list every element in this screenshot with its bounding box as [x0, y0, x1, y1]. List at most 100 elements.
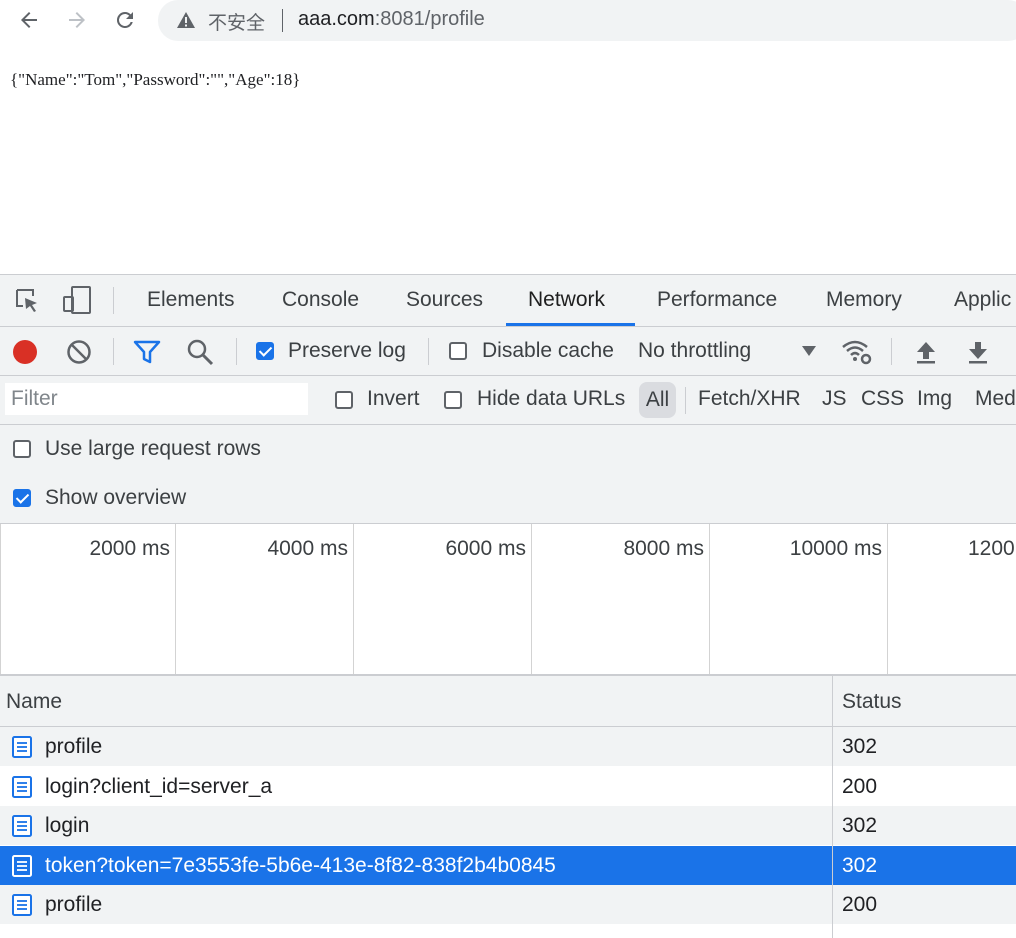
request-status: 200 [842, 893, 878, 916]
search-button[interactable] [185, 337, 215, 367]
document-icon [12, 894, 32, 916]
tab-elements[interactable]: Elements [147, 288, 235, 312]
filter-toggle-button[interactable] [132, 337, 162, 367]
security-label[interactable]: 不安全 [208, 8, 265, 35]
column-header-name[interactable]: Name [6, 690, 62, 714]
tabbar-divider [113, 287, 114, 314]
request-name[interactable]: login [45, 814, 89, 838]
hide-data-urls-checkbox[interactable] [444, 391, 462, 409]
upload-icon [917, 342, 935, 364]
back-button[interactable] [14, 5, 44, 35]
requests-header: Name Status [0, 676, 1016, 727]
request-name[interactable]: profile [45, 893, 102, 917]
reload-button[interactable] [110, 5, 140, 35]
filter-input[interactable] [5, 383, 308, 415]
invert-label[interactable]: Invert [367, 387, 420, 411]
type-filter-css[interactable]: CSS [861, 387, 904, 411]
network-settings: Use large request rows Show overview [0, 425, 1016, 524]
inspect-element-button[interactable] [12, 285, 42, 315]
type-filter-img[interactable]: Img [917, 387, 952, 411]
url-host: aaa.com [298, 8, 375, 30]
network-conditions-button[interactable] [840, 337, 874, 367]
table-row[interactable]: login?client_id=server_a 200 [0, 766, 1016, 806]
show-overview-checkbox[interactable] [13, 489, 31, 507]
request-status: 302 [842, 853, 878, 877]
device-mode-icon [63, 286, 91, 314]
import-har-button[interactable] [911, 337, 941, 367]
overview-tick-label: 8000 ms [623, 537, 704, 560]
type-filter-media[interactable]: Med [975, 387, 1016, 411]
filter-bar: Invert Hide data URLs All Fetch/XHR JS C… [0, 376, 1016, 425]
overview-tick-label: 2000 ms [89, 537, 170, 560]
show-overview-label[interactable]: Show overview [45, 486, 186, 510]
clear-button[interactable] [64, 337, 94, 367]
hide-data-urls-label[interactable]: Hide data URLs [477, 387, 625, 411]
inspect-icon [16, 289, 37, 312]
preserve-log-label[interactable]: Preserve log [288, 339, 406, 363]
overview-tick-label: 10000 ms [789, 537, 882, 560]
overview-gridline [175, 524, 176, 674]
toolbar-divider-4 [891, 338, 892, 365]
wifi-settings-icon [842, 340, 872, 365]
overview-timeline[interactable]: 2000 ms 4000 ms 6000 ms 8000 ms 10000 ms… [0, 524, 1016, 676]
overview-gridline [531, 524, 532, 674]
throttling-dropdown-button[interactable] [798, 341, 820, 361]
document-icon [12, 815, 32, 837]
active-tab-indicator [506, 323, 635, 326]
chevron-down-icon [802, 346, 816, 356]
overview-gridline [0, 524, 1, 674]
device-toolbar-button[interactable] [60, 285, 94, 315]
url-text[interactable]: aaa.com:8081/profile [298, 8, 485, 31]
tab-console[interactable]: Console [282, 288, 359, 312]
export-har-button[interactable] [963, 337, 993, 367]
column-header-status[interactable]: Status [842, 690, 902, 714]
request-name[interactable]: profile [45, 735, 102, 759]
toolbar-divider-2 [236, 338, 237, 365]
overview-gridline [887, 524, 888, 674]
throttling-select[interactable]: No throttling [638, 339, 751, 363]
toolbar-divider [113, 338, 114, 365]
clear-icon [67, 340, 91, 364]
request-name[interactable]: login?client_id=server_a [45, 775, 272, 799]
omnibox[interactable]: 不安全 aaa.com:8081/profile [158, 0, 1016, 41]
type-filter-js[interactable]: JS [822, 387, 847, 411]
tab-sources[interactable]: Sources [406, 288, 483, 312]
request-status: 200 [842, 774, 878, 798]
large-rows-label[interactable]: Use large request rows [45, 437, 261, 461]
document-icon [12, 775, 32, 798]
table-row[interactable]: profile 200 [0, 885, 1016, 924]
preserve-log-checkbox[interactable] [256, 342, 274, 360]
omnibox-divider [282, 9, 283, 32]
document-icon [12, 854, 32, 877]
download-icon [969, 342, 987, 364]
forward-button[interactable] [62, 5, 92, 35]
tab-memory[interactable]: Memory [826, 288, 902, 312]
table-row[interactable]: token?token=7e3553fe-5b6e-413e-8f82-838f… [0, 845, 1016, 885]
table-row[interactable]: profile 302 [0, 727, 1016, 766]
devtools-tabbar: Elements Console Sources Network Perform… [0, 275, 1016, 327]
devtools-panel: Elements Console Sources Network Perform… [0, 274, 1016, 938]
table-row[interactable]: login 302 [0, 806, 1016, 845]
url-path: :8081/profile [374, 8, 485, 30]
type-filter-fetch-xhr[interactable]: Fetch/XHR [698, 387, 801, 411]
large-rows-checkbox[interactable] [13, 440, 31, 458]
warning-icon[interactable] [176, 11, 196, 29]
document-icon [12, 736, 32, 758]
filter-funnel-icon [133, 340, 161, 364]
disable-cache-checkbox[interactable] [449, 342, 467, 360]
tab-network[interactable]: Network [528, 288, 605, 312]
record-button[interactable] [10, 337, 40, 367]
page-content: {"Name":"Tom","Password":"","Age":18} [0, 48, 1016, 274]
disable-cache-label[interactable]: Disable cache [482, 339, 614, 363]
request-name[interactable]: token?token=7e3553fe-5b6e-413e-8f82-838f… [45, 854, 556, 878]
overview-tick-label: 4000 ms [267, 537, 348, 560]
invert-checkbox[interactable] [335, 391, 353, 409]
overview-tick-label: 6000 ms [445, 537, 526, 560]
tab-performance[interactable]: Performance [657, 288, 777, 312]
column-divider[interactable] [832, 676, 833, 938]
type-filter-all[interactable]: All [639, 382, 676, 418]
tab-application[interactable]: Applic [954, 288, 1011, 312]
network-toolbar: Preserve log Disable cache No throttling [0, 327, 1016, 376]
browser-toolbar: 不安全 aaa.com:8081/profile [0, 0, 1016, 42]
search-icon [187, 339, 214, 366]
